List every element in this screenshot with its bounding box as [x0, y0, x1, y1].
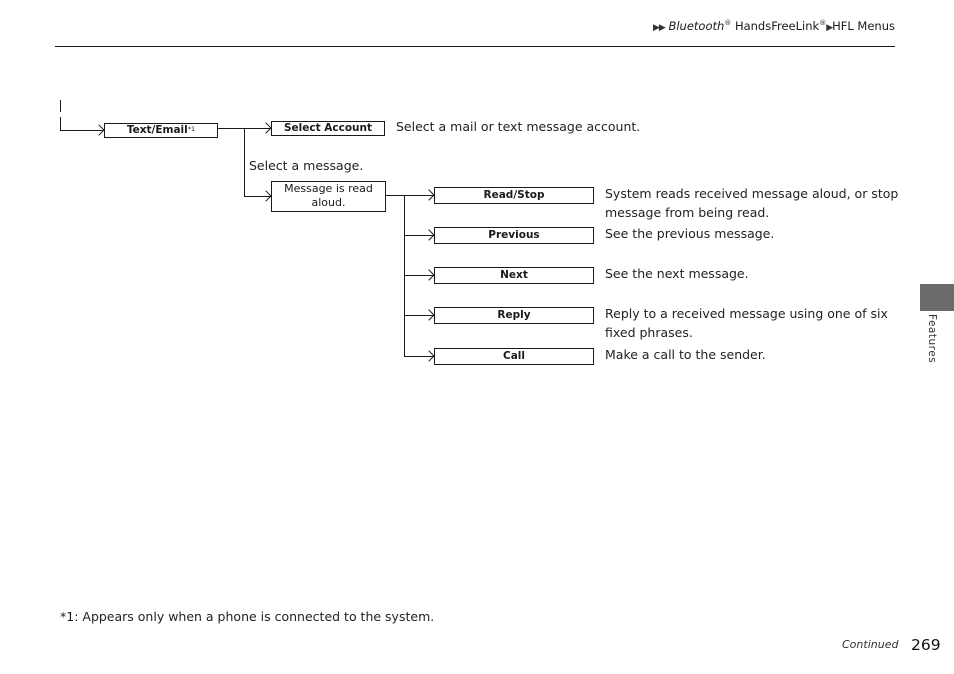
connector — [60, 117, 61, 130]
connector — [244, 128, 245, 197]
menu-item-select-account: Select Account — [271, 121, 385, 136]
arrow-icon — [423, 189, 435, 201]
footnote: *1: Appears only when a phone is connect… — [60, 609, 435, 624]
previous-description: See the previous message. — [605, 226, 775, 241]
breadcrumb-bluetooth: Bluetooth — [668, 19, 725, 33]
section-tab-label: Features — [926, 314, 938, 364]
breadcrumb-arrow-icon: ▶▶ — [652, 23, 666, 33]
arrow-icon — [423, 229, 435, 241]
breadcrumb: ▶▶ Bluetooth® HandsFreeLink®▶HFL Menus — [652, 19, 895, 33]
breadcrumb-hfl-menus: HFL Menus — [832, 19, 895, 33]
arrow-icon — [423, 309, 435, 321]
menu-item-read-stop: Read/Stop — [434, 187, 594, 204]
continued-label: Continued — [842, 638, 899, 651]
select-account-description: Select a mail or text message account. — [396, 119, 641, 134]
read-stop-description: System reads received message aloud, or … — [605, 186, 899, 220]
footnote-ref: *1 — [187, 125, 196, 133]
next-description: See the next message. — [605, 266, 749, 281]
arrow-icon — [423, 350, 435, 362]
select-message-prompt: Select a message. — [249, 158, 364, 173]
arrow-icon — [423, 269, 435, 281]
breadcrumb-handsfreelink: HandsFreeLink — [731, 19, 820, 33]
menu-item-message-read-aloud: Message is read aloud. — [271, 181, 386, 212]
menu-item-next: Next — [434, 267, 594, 284]
call-description: Make a call to the sender. — [605, 347, 766, 362]
menu-item-text-email: Text/Email*1 — [104, 123, 218, 138]
connector — [60, 100, 61, 112]
arrow-icon — [260, 122, 272, 134]
arrow-icon — [260, 190, 272, 202]
menu-item-call: Call — [434, 348, 594, 365]
reply-description: Reply to a received message using one of… — [605, 306, 888, 340]
menu-item-previous: Previous — [434, 227, 594, 244]
header-divider — [55, 46, 895, 47]
section-tab-marker — [920, 284, 954, 311]
arrow-icon — [93, 124, 105, 136]
menu-item-reply: Reply — [434, 307, 594, 324]
page-number: 269 — [911, 636, 941, 654]
